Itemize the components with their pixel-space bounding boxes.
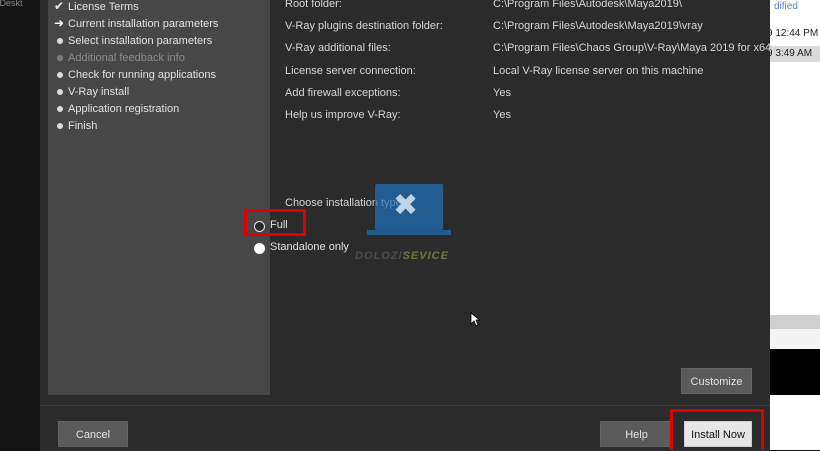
mouse-cursor-icon: [470, 312, 481, 330]
step-select-installation-parameters: Select installation parameters: [54, 33, 218, 50]
check-icon: ✔: [54, 0, 65, 13]
param-label: Add firewall exceptions:: [285, 87, 401, 99]
param-value: C:\Program Files\Chaos Group\V-Ray\Maya …: [493, 42, 772, 54]
step-license-terms: ✔ License Terms: [54, 0, 218, 16]
param-label: V-Ray additional files:: [285, 42, 391, 54]
background-explorer-left: r\Deskt: [0, 0, 40, 450]
wrench-screwdriver-icon: ✖: [393, 189, 419, 222]
param-label: Help us improve V-Ray:: [285, 109, 401, 121]
step-vray-install: V-Ray install: [54, 84, 218, 101]
highlight-box-full: [244, 209, 306, 236]
param-label: Root folder:: [285, 0, 342, 10]
step-label: Additional feedback info: [68, 52, 185, 64]
step-check-running-applications: Check for running applications: [54, 67, 218, 84]
background-scrollbar: [770, 315, 820, 329]
installer-steps-sidebar: ✔ License Terms ➜ Current installation p…: [48, 0, 270, 395]
step-label: License Terms: [68, 1, 139, 13]
watermark-brand: DOLOZISEVICE: [355, 250, 449, 262]
background-dark-band: [770, 349, 820, 395]
background-explorer-right: dified 9 12:44 PM 9 3:49 AM: [770, 0, 820, 315]
radio-label: Standalone only: [270, 241, 349, 253]
installer-steps-list: ✔ License Terms ➜ Current installation p…: [54, 0, 218, 135]
step-additional-feedback-info: Additional feedback info: [54, 50, 218, 67]
bullet-icon: [54, 67, 68, 84]
background-panel: [770, 329, 820, 349]
background-panel-bottom: [770, 395, 820, 450]
background-date-2: 9 3:49 AM: [770, 48, 813, 59]
step-label: Application registration: [68, 103, 180, 115]
step-label: Check for running applications: [68, 69, 216, 81]
arrow-right-icon: ➜: [54, 16, 65, 30]
highlight-box-install-now: [670, 409, 764, 450]
param-value: Yes: [493, 87, 511, 99]
laptop-base-icon: [367, 230, 451, 235]
background-row-selected: 9 3:49 AM: [770, 46, 820, 62]
param-label: V-Ray plugins destination folder:: [285, 20, 443, 32]
watermark-brand-b: SEVICE: [402, 250, 449, 262]
param-value: C:\Program Files\Autodesk\Maya2019\: [493, 0, 682, 10]
step-finish: Finish: [54, 118, 218, 135]
installation-parameters-panel: Root folder: C:\Program Files\Autodesk\M…: [271, 0, 772, 395]
param-value: Yes: [493, 109, 511, 121]
customize-button[interactable]: Customize: [681, 368, 752, 394]
step-current-installation-parameters: ➜ Current installation parameters: [54, 16, 218, 33]
step-label: Finish: [68, 120, 98, 132]
param-value: C:\Program Files\Autodesk\Maya2019\vray: [493, 20, 703, 32]
param-value: Local V-Ray license server on this machi…: [493, 65, 704, 77]
bullet-icon: [54, 50, 68, 67]
step-label: V-Ray install: [68, 86, 130, 98]
bullet-icon: [54, 101, 68, 118]
cancel-button[interactable]: Cancel: [58, 421, 128, 447]
param-label: License server connection:: [285, 65, 416, 77]
step-application-registration: Application registration: [54, 101, 218, 118]
background-path-text: r\Deskt: [0, 0, 23, 8]
bullet-icon: [54, 33, 68, 50]
step-label: Select installation parameters: [68, 35, 213, 47]
radio-circle-icon: [254, 243, 265, 254]
step-label: Current installation parameters: [68, 18, 219, 30]
background-modified-header: dified: [774, 1, 798, 12]
help-button[interactable]: Help: [600, 421, 673, 447]
watermark-logo: ✖ DOLOZISEVICE: [355, 184, 467, 264]
bullet-icon: [54, 84, 68, 101]
watermark-brand-a: DOLOZI: [355, 250, 403, 262]
background-date-1: 9 12:44 PM: [770, 28, 819, 39]
bullet-icon: [54, 118, 68, 135]
